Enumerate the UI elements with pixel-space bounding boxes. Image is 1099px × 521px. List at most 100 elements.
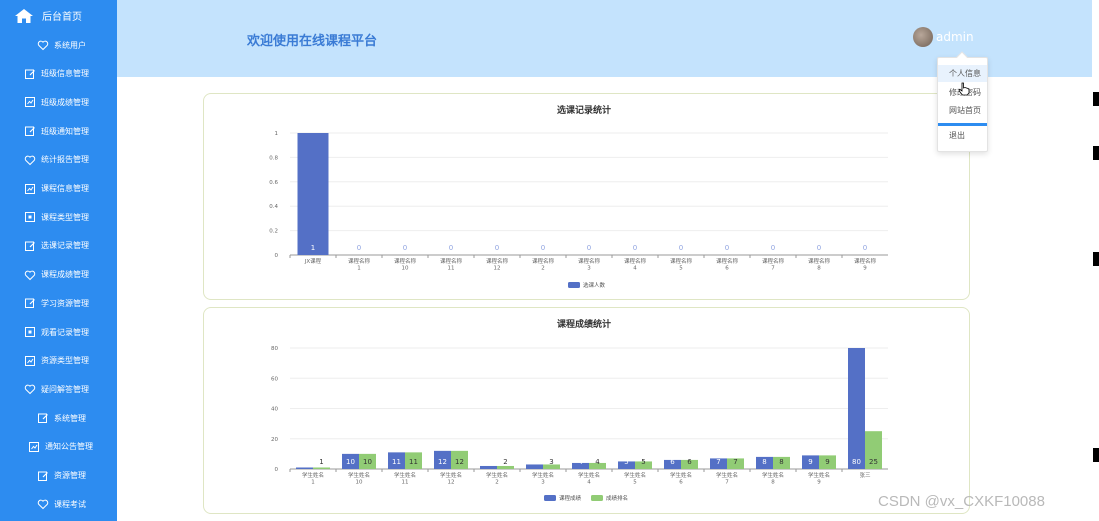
data-label: 2: [486, 458, 490, 466]
menu-item-site-home[interactable]: 网站首页: [938, 102, 987, 119]
avatar: [913, 27, 933, 47]
sidebar-home-link[interactable]: 后台首页: [0, 0, 117, 31]
edit-icon: [37, 470, 49, 482]
page-title: 欢迎使用在线课程平台: [247, 34, 378, 49]
data-label: 3: [532, 458, 536, 466]
sidebar-item-label: 疑问解答管理: [41, 384, 89, 394]
x-tick-label: 8: [771, 480, 775, 486]
data-label: 12: [438, 458, 447, 466]
data-label: 10: [363, 458, 372, 466]
sidebar-item[interactable]: 课程信息管理: [0, 175, 117, 203]
menu-item-profile[interactable]: 个人信息: [938, 65, 987, 82]
data-label: 0: [679, 244, 683, 252]
x-tick-label: 学生姓名: [578, 471, 600, 479]
sidebar-item[interactable]: 疑问解答管理: [0, 375, 117, 403]
x-tick-label: 4: [633, 266, 637, 272]
heart-icon: [24, 269, 36, 281]
sidebar-item-label: 课程成绩管理: [41, 270, 89, 280]
x-tick-label: 3: [587, 266, 591, 272]
sidebar-item-label: 系统管理: [54, 413, 86, 423]
x-tick-label: 课程名称: [624, 257, 647, 265]
sidebar-item[interactable]: 课程考试: [0, 490, 117, 518]
legend-label: 课程成绩: [559, 494, 582, 502]
x-tick-label: 课程名称: [762, 257, 785, 265]
sidebar-item-label: 观看记录管理: [41, 327, 89, 337]
data-label: 0: [633, 244, 637, 252]
data-label: 6: [687, 458, 692, 466]
sidebar-item-label: 课程信息管理: [41, 184, 89, 193]
y-tick-label: 40: [271, 407, 278, 413]
sidebar-item[interactable]: 选课记录管理: [0, 232, 117, 260]
sidebar-item[interactable]: 课程类型管理: [0, 203, 117, 231]
sidebar-item[interactable]: 资源管理: [0, 462, 117, 490]
data-label: 8: [762, 458, 766, 466]
data-label: 1: [319, 458, 323, 466]
data-label: 1: [311, 244, 315, 252]
data-label: 6: [670, 458, 675, 466]
enrollment-chart: 选课记录统计10.80.60.40.20JX课程1课程名称10课程名称100课程…: [269, 104, 888, 289]
data-label: 3: [549, 458, 553, 466]
x-tick-label: 1: [357, 266, 361, 272]
grades-chart: 课程成绩统计806040200学生姓名11 1学生姓名1010 10学生姓名1111…: [271, 318, 888, 502]
sidebar-item-label: 选课记录管理: [41, 241, 89, 251]
user-menu-trigger[interactable]: admin: [913, 27, 974, 47]
x-tick-label: 6: [679, 480, 683, 486]
x-tick-label: 学生姓名: [532, 471, 554, 479]
box-icon: [24, 211, 36, 223]
bar: [848, 348, 865, 469]
box-icon: [24, 326, 36, 338]
chart-icon: [24, 183, 36, 195]
sidebar-item[interactable]: 系统用户: [0, 31, 117, 59]
x-tick-label: 课程名称: [440, 257, 463, 265]
chart-title: 课程成绩统计: [557, 318, 611, 330]
sidebar-item[interactable]: 统计报告管理: [0, 146, 117, 174]
x-tick-label: 课程名称: [532, 257, 555, 265]
sidebar-item[interactable]: 系统管理: [0, 404, 117, 432]
sidebar-item-label: 资源管理: [54, 471, 86, 480]
data-label: 0: [449, 244, 453, 252]
sidebar-item-label: 系统用户: [54, 40, 86, 50]
data-label: 11: [392, 458, 401, 466]
menu-item-logout[interactable]: 退出: [938, 127, 987, 144]
username: admin: [936, 30, 974, 44]
x-tick-label: 张三: [859, 471, 871, 479]
sidebar-home-label: 后台首页: [42, 12, 82, 23]
sidebar-item[interactable]: 课程成绩管理: [0, 261, 117, 289]
bar: [297, 133, 329, 255]
data-label: 0: [587, 244, 591, 252]
sidebar-item[interactable]: 班级通知管理: [0, 117, 117, 145]
bar: [497, 465, 514, 469]
data-label: 2: [503, 458, 507, 466]
legend-swatch: [591, 495, 603, 501]
x-tick-label: 课程名称: [394, 257, 417, 265]
data-label: 0: [403, 244, 407, 252]
legend-swatch: [568, 282, 580, 288]
sidebar-item-label: 学习资源管理: [41, 298, 89, 308]
x-tick-label: 学生姓名: [302, 471, 324, 479]
sidebar-item[interactable]: 学习资源管理: [0, 289, 117, 317]
sidebar-item-label: 班级通知管理: [41, 126, 89, 136]
sidebar-item[interactable]: 班级信息管理: [0, 60, 117, 88]
sidebar-item[interactable]: 观看记录管理: [0, 318, 117, 346]
x-tick-label: 2: [495, 480, 499, 486]
x-tick-label: 课程名称: [716, 257, 739, 265]
chart-icon: [24, 96, 36, 108]
y-tick-label: 20: [271, 437, 278, 443]
x-tick-label: 课程名称: [486, 257, 509, 265]
sidebar-item-label: 资源类型管理: [41, 356, 89, 366]
x-tick-label: 课程名称: [808, 257, 831, 265]
data-label: 0: [541, 244, 545, 252]
sidebar-item[interactable]: 通知公告管理: [0, 433, 117, 461]
sidebar-item[interactable]: 班级成绩管理: [0, 88, 117, 116]
x-tick-label: 学生姓名: [394, 471, 416, 479]
x-tick-label: 学生姓名: [762, 471, 784, 479]
edge-glyph: [1093, 92, 1099, 106]
sidebar-item-label: 通知公告管理: [45, 442, 93, 452]
sidebar-item[interactable]: 资源类型管理: [0, 347, 117, 375]
heart-icon: [37, 498, 49, 510]
user-dropdown-menu: 个人信息 修改密码 网站首页 退出: [937, 51, 988, 152]
bar: [313, 467, 330, 469]
x-tick-label: 10: [356, 480, 363, 486]
x-tick-label: 7: [725, 480, 729, 486]
x-tick-label: 9: [863, 266, 867, 272]
